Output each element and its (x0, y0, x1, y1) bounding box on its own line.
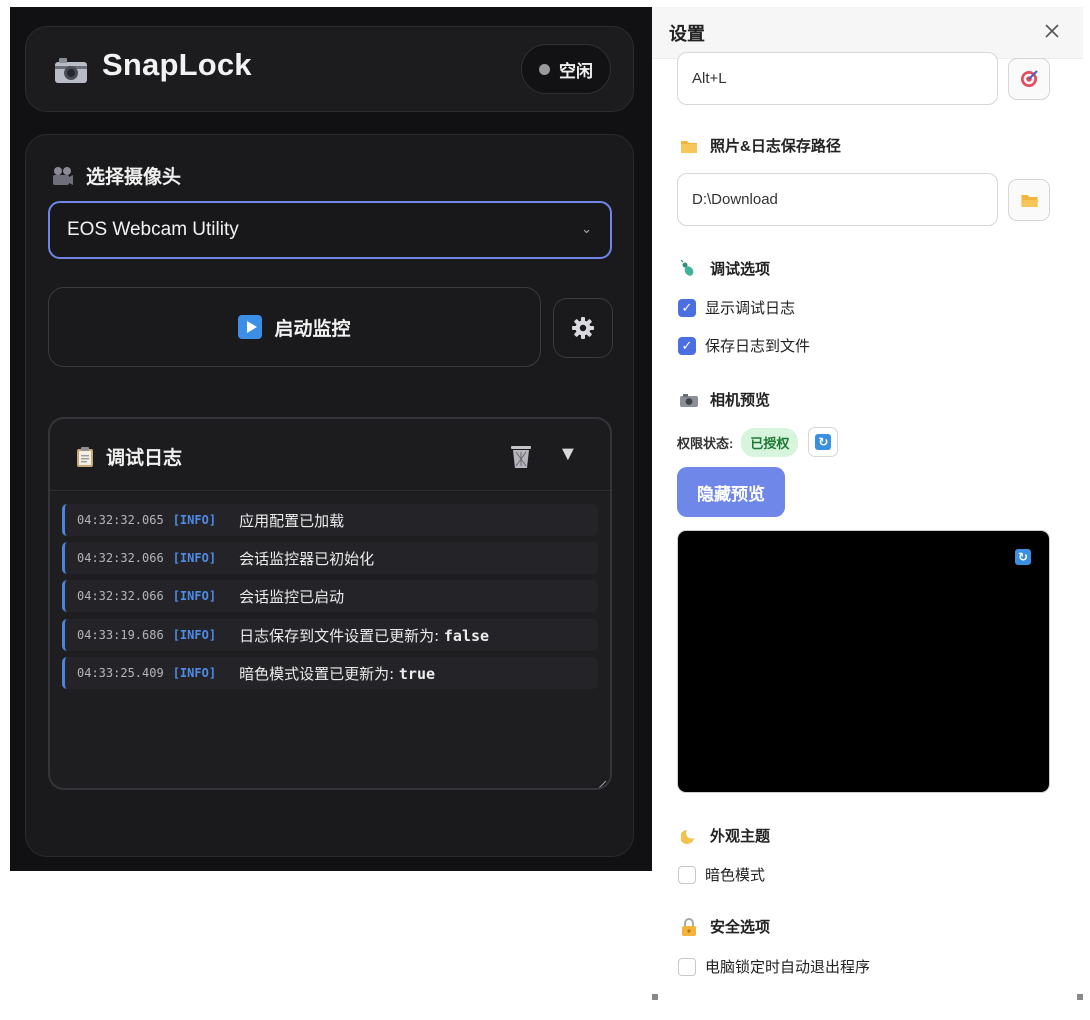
log-entry: 04:33:19.686 [INFO] 日志保存到文件设置已更新为: false (62, 619, 598, 651)
theme-label-text: 外观主题 (710, 828, 771, 845)
debug-log-panel: 调试日志 ▼ 04:32:32.065 [INFO] 应用配置已加载 04:32… (48, 417, 612, 790)
close-icon[interactable] (1043, 22, 1061, 40)
dark-mode-checkbox[interactable]: 暗色模式 (678, 864, 765, 885)
app-title: SnapLock (102, 47, 252, 82)
window-corner-mark (1077, 994, 1083, 1000)
checkbox-checked-icon: ✓ (678, 336, 696, 355)
debug-log-title-text: 调试日志 (106, 448, 183, 469)
main-window: SnapLock 空闲 选择摄像头 EOS Webcam Utility ⌄ 启… (10, 7, 652, 871)
log-message: 应用配置已加载 (239, 511, 345, 530)
debug-log-list: 04:32:32.065 [INFO] 应用配置已加载 04:32:32.066… (50, 492, 610, 789)
save-log-to-file-label: 保存日志到文件 (705, 338, 811, 355)
settings-button[interactable] (553, 298, 613, 358)
save-path-value: D:\Download (692, 191, 778, 208)
auto-exit-checkbox[interactable]: 电脑锁定时自动退出程序 (678, 956, 870, 977)
browse-folder-button[interactable] (1008, 179, 1050, 221)
show-debug-log-checkbox[interactable]: ✓ 显示调试日志 (678, 297, 795, 318)
target-icon (1021, 70, 1038, 87)
security-label-text: 安全选项 (710, 919, 771, 936)
save-path-input[interactable]: D:\Download (677, 173, 998, 226)
hide-preview-button[interactable]: 隐藏预览 (677, 467, 785, 517)
save-log-to-file-checkbox[interactable]: ✓ 保存日志到文件 (678, 335, 810, 356)
hotkey-value: Alt+L (692, 70, 727, 87)
debug-options-label: 调试选项 (680, 258, 770, 279)
log-message: 暗色模式设置已更新为: true (239, 664, 436, 683)
log-time: 04:32:32.066 (77, 589, 164, 603)
checkbox-unchecked-icon (678, 957, 696, 976)
log-entry: 04:32:32.065 [INFO] 应用配置已加载 (62, 504, 598, 536)
log-time: 04:33:25.409 (77, 666, 164, 680)
log-time: 04:32:32.066 (77, 551, 164, 565)
camera-section-text: 选择摄像头 (86, 167, 182, 188)
debug-log-title: 调试日志 (76, 443, 182, 470)
camera-preview-area: ↻ (677, 530, 1050, 793)
status-badge: 空闲 (521, 44, 611, 94)
log-entry: 04:33:25.409 [INFO] 暗色模式设置已更新为: true (62, 657, 598, 689)
camera-select[interactable]: EOS Webcam Utility ⌄ (48, 201, 612, 259)
control-panel: 选择摄像头 EOS Webcam Utility ⌄ 启动监控 调试日志 ▼ 0… (25, 134, 634, 857)
folder-icon (1021, 195, 1038, 207)
chevron-down-icon: ⌄ (581, 221, 592, 236)
log-time: 04:33:19.686 (77, 628, 164, 642)
refresh-icon: ↻ (815, 434, 832, 450)
checkbox-unchecked-icon (678, 865, 696, 884)
status-dot-icon (539, 63, 550, 75)
dark-mode-label: 暗色模式 (705, 867, 766, 884)
log-message: 会话监控器已初始化 (239, 549, 375, 568)
hotkey-input[interactable]: Alt+L (677, 52, 998, 105)
debug-options-text: 调试选项 (710, 261, 771, 278)
log-message: 日志保存到文件设置已更新为: false (239, 626, 490, 645)
window-corner-mark (652, 994, 658, 1000)
permission-row: 权限状态: 已授权 ↻ (677, 427, 839, 457)
settings-title: 设置 (669, 24, 705, 44)
camera-icon (680, 391, 698, 409)
start-monitor-label: 启动监控 (274, 318, 351, 340)
log-level: [INFO] (172, 551, 217, 565)
camera-section-label: 选择摄像头 (52, 162, 181, 189)
save-path-label-text: 照片&日志保存路径 (710, 138, 841, 155)
refresh-permission-button[interactable]: ↻ (808, 427, 839, 457)
log-entry: 04:32:32.066 [INFO] 会话监控已启动 (62, 580, 598, 612)
debug-log-header: 调试日志 ▼ (50, 419, 610, 491)
refresh-icon[interactable]: ↻ (1015, 549, 1031, 565)
auto-exit-label: 电脑锁定时自动退出程序 (705, 959, 871, 976)
moon-icon (680, 827, 698, 845)
camera-icon (55, 58, 87, 83)
log-message: 会话监控已启动 (239, 587, 345, 606)
film-camera-icon (53, 166, 73, 185)
security-label: 安全选项 (680, 916, 770, 937)
log-value: true (398, 664, 436, 683)
settings-window: 设置 Alt+L 照片&日志保存路径 D:\Download 调试选项 ✓ 显示… (652, 7, 1083, 1000)
bug-icon (680, 259, 698, 278)
permission-label: 权限状态: (677, 435, 734, 451)
checkbox-checked-icon: ✓ (678, 298, 696, 317)
status-text: 空闲 (559, 61, 593, 81)
log-level: [INFO] (172, 589, 217, 603)
show-debug-log-label: 显示调试日志 (705, 300, 796, 317)
lock-icon (680, 917, 698, 936)
save-path-label: 照片&日志保存路径 (680, 135, 841, 156)
play-icon (238, 315, 263, 339)
app-header: SnapLock 空闲 (25, 26, 634, 112)
gear-icon (572, 317, 594, 339)
permission-status-badge: 已授权 (741, 427, 799, 457)
folder-icon (680, 137, 698, 155)
trash-icon[interactable] (509, 443, 533, 469)
camera-select-value: EOS Webcam Utility (67, 219, 239, 240)
camera-preview-label: 相机预览 (680, 389, 770, 410)
log-level: [INFO] (172, 628, 217, 642)
camera-preview-text: 相机预览 (710, 392, 771, 409)
clipboard-icon (77, 446, 93, 467)
log-level: [INFO] (172, 513, 217, 527)
start-monitor-button[interactable]: 启动监控 (48, 287, 541, 367)
log-entry: 04:32:32.066 [INFO] 会话监控器已初始化 (62, 542, 598, 574)
theme-label: 外观主题 (680, 825, 770, 846)
log-value: false (443, 626, 490, 645)
log-level: [INFO] (172, 666, 217, 680)
log-time: 04:32:32.065 (77, 513, 164, 527)
record-hotkey-button[interactable] (1008, 58, 1050, 100)
resize-grip-icon[interactable] (598, 780, 607, 789)
triangle-down-icon[interactable]: ▼ (558, 443, 578, 466)
